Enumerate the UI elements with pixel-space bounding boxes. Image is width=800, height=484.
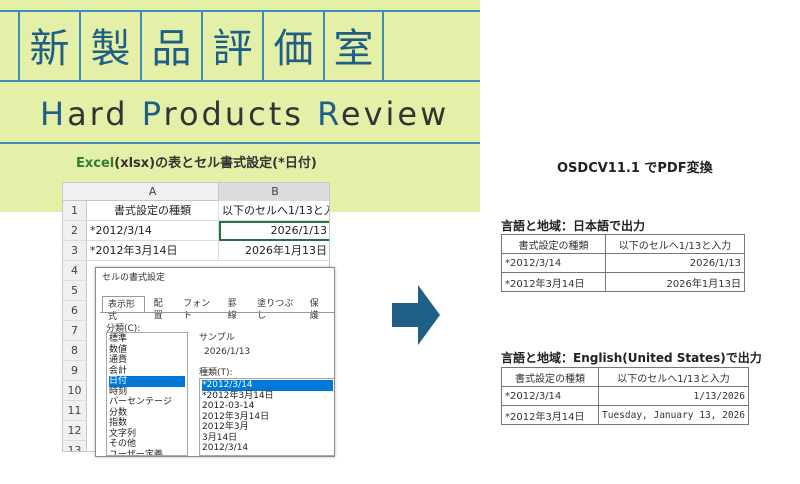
table-cell: *2012/3/14 bbox=[501, 386, 599, 406]
cell-b2[interactable]: 2026/1/13 bbox=[219, 221, 329, 241]
row-header[interactable]: 13 bbox=[63, 441, 87, 451]
row-header[interactable]: 5 bbox=[63, 281, 87, 301]
list-item[interactable]: 指数 bbox=[109, 418, 185, 429]
table-cell: *2012年3月14日 bbox=[501, 272, 606, 292]
header-banner: 新 製 品 評 価 室 Hard Products Review bbox=[0, 0, 480, 212]
type-label: 種類(T): bbox=[199, 368, 233, 378]
excel-word: Excel bbox=[76, 156, 115, 171]
title-en-part: eview bbox=[340, 95, 450, 133]
row-header[interactable]: 10 bbox=[63, 381, 87, 401]
table-cell: Tuesday, January 13, 2026 bbox=[598, 405, 749, 425]
title-char: 新 bbox=[18, 10, 79, 80]
table-cell: 1/13/2026 bbox=[598, 386, 749, 406]
title-en-part: ard bbox=[67, 95, 142, 133]
cell-a1[interactable]: 書式設定の種類 bbox=[87, 201, 219, 221]
tab-border[interactable]: 罫線 bbox=[223, 296, 248, 321]
banner-mid-line bbox=[0, 80, 480, 82]
title-en-part: roducts bbox=[163, 95, 318, 133]
list-item[interactable]: パーセンテージ bbox=[109, 397, 185, 408]
table-cell: *2012/3/14 bbox=[501, 253, 606, 273]
title-en-part: H bbox=[40, 95, 68, 133]
pdf-caption: OSDCV11.1 でPDF変換 bbox=[557, 161, 713, 176]
list-item[interactable]: 2012-03-14 bbox=[202, 401, 333, 412]
list-item[interactable]: ユーザー定義 bbox=[109, 450, 185, 456]
list-item[interactable]: *2012年3月14日 bbox=[202, 391, 333, 402]
title-japanese: 新 製 品 評 価 室 bbox=[18, 10, 384, 80]
title-char: 評 bbox=[201, 10, 262, 80]
list-item[interactable]: 標準 bbox=[109, 334, 185, 345]
row-header[interactable]: 8 bbox=[63, 341, 87, 361]
list-item[interactable]: 3月14日 bbox=[202, 433, 333, 444]
list-item[interactable]: 会計 bbox=[109, 366, 185, 377]
list-item[interactable]: 数値 bbox=[109, 345, 185, 356]
row-header[interactable]: 3 bbox=[63, 241, 87, 261]
table-cell: 2026/1/13 bbox=[605, 253, 745, 273]
result-table-en: 書式設定の種類 以下のセルへ1/13と入力 *2012/3/14 1/13/20… bbox=[501, 367, 749, 425]
column-header-b[interactable]: B bbox=[219, 183, 329, 201]
section-ja-title: 言語と地域：日本語で出力 bbox=[501, 219, 646, 233]
title-en-part: P bbox=[141, 95, 164, 133]
list-item[interactable]: 時刻 bbox=[109, 387, 185, 398]
table-header-cell: 以下のセルへ1/13と入力 bbox=[605, 234, 745, 254]
tab-fill[interactable]: 塗りつぶし bbox=[252, 296, 300, 321]
tab-divider bbox=[100, 312, 334, 313]
tab-number[interactable]: 表示形式 bbox=[102, 296, 145, 322]
list-item[interactable]: 2012/3/14 bbox=[202, 443, 333, 454]
title-char: 室 bbox=[323, 10, 384, 80]
table-header-cell: 以下のセルへ1/13と入力 bbox=[598, 367, 749, 387]
cell-a2[interactable]: *2012/3/14 bbox=[87, 221, 219, 241]
cell-a3[interactable]: *2012年3月14日 bbox=[87, 241, 219, 261]
caption-rest: (xlsx)の表とセル書式設定(*日付) bbox=[114, 156, 317, 171]
column-header-a[interactable]: A bbox=[87, 183, 219, 201]
cell-b3[interactable]: 2026年1月13日 bbox=[219, 241, 329, 261]
tab-alignment[interactable]: 配置 bbox=[149, 296, 174, 321]
title-char: 製 bbox=[79, 10, 140, 80]
list-item[interactable]: 2012年3月14日 bbox=[202, 412, 333, 423]
list-item[interactable]: 通貨 bbox=[109, 355, 185, 366]
row-header[interactable]: 12 bbox=[63, 421, 87, 441]
tab-protection[interactable]: 保護 bbox=[305, 296, 330, 321]
dialog-title: セルの書式設定 bbox=[102, 273, 166, 283]
result-table-ja: 書式設定の種類 以下のセルへ1/13と入力 *2012/3/14 2026/1/… bbox=[501, 234, 745, 292]
list-item[interactable]: 文字列 bbox=[109, 429, 185, 440]
list-item[interactable]: *2012/3/14 bbox=[202, 380, 333, 391]
title-english: Hard Products Review bbox=[40, 95, 449, 133]
right-arrow-icon bbox=[392, 285, 440, 345]
excel-caption: Excel(xlsx)の表とセル書式設定(*日付) bbox=[76, 152, 317, 171]
sample-label: サンプル bbox=[199, 333, 235, 343]
dialog-tabs: 表示形式 配置 フォント 罫線 塗りつぶし 保護 bbox=[102, 296, 334, 322]
table-header-cell: 書式設定の種類 bbox=[501, 234, 606, 254]
title-en-part: R bbox=[317, 95, 341, 133]
cell-b1[interactable]: 以下のセルへ1/13と入力 bbox=[219, 201, 329, 221]
sample-value: 2026/1/13 bbox=[204, 347, 251, 357]
title-char: 品 bbox=[140, 10, 201, 80]
table-cell: *2012年3月14日 bbox=[501, 405, 599, 425]
row-header[interactable]: 6 bbox=[63, 301, 87, 321]
table-header-cell: 書式設定の種類 bbox=[501, 367, 599, 387]
table-cell: 2026年1月13日 bbox=[605, 272, 745, 292]
list-item[interactable]: 分数 bbox=[109, 408, 185, 419]
type-list[interactable]: *2012/3/14 *2012年3月14日 2012-03-14 2012年3月14… bbox=[199, 378, 334, 456]
tab-font[interactable]: フォント bbox=[178, 296, 219, 321]
row-header[interactable]: 7 bbox=[63, 321, 87, 341]
category-list[interactable]: 標準 数値 通貨 会計 日付 時刻 パーセンテージ 分数 指数 文字列 その他 ユーザー定義 bbox=[106, 332, 188, 456]
list-item[interactable]: その他 bbox=[109, 439, 185, 450]
section-en-title: 言語と地域：English(United States)で出力 bbox=[501, 351, 762, 365]
column-header-row: A B bbox=[63, 183, 329, 201]
row-header[interactable]: 9 bbox=[63, 361, 87, 381]
row-header[interactable]: 1 bbox=[63, 201, 87, 221]
list-item[interactable]: 2012年3月 bbox=[202, 422, 333, 433]
list-item[interactable]: 日付 bbox=[109, 376, 185, 387]
title-char: 価 bbox=[262, 10, 323, 80]
row-header[interactable]: 11 bbox=[63, 401, 87, 421]
format-cells-dialog: セルの書式設定 表示形式 配置 フォント 罫線 塗りつぶし 保護 分類(C): … bbox=[95, 267, 335, 457]
banner-bottom-line bbox=[0, 142, 480, 144]
row-header[interactable]: 4 bbox=[63, 261, 87, 281]
row-header[interactable]: 2 bbox=[63, 221, 87, 241]
